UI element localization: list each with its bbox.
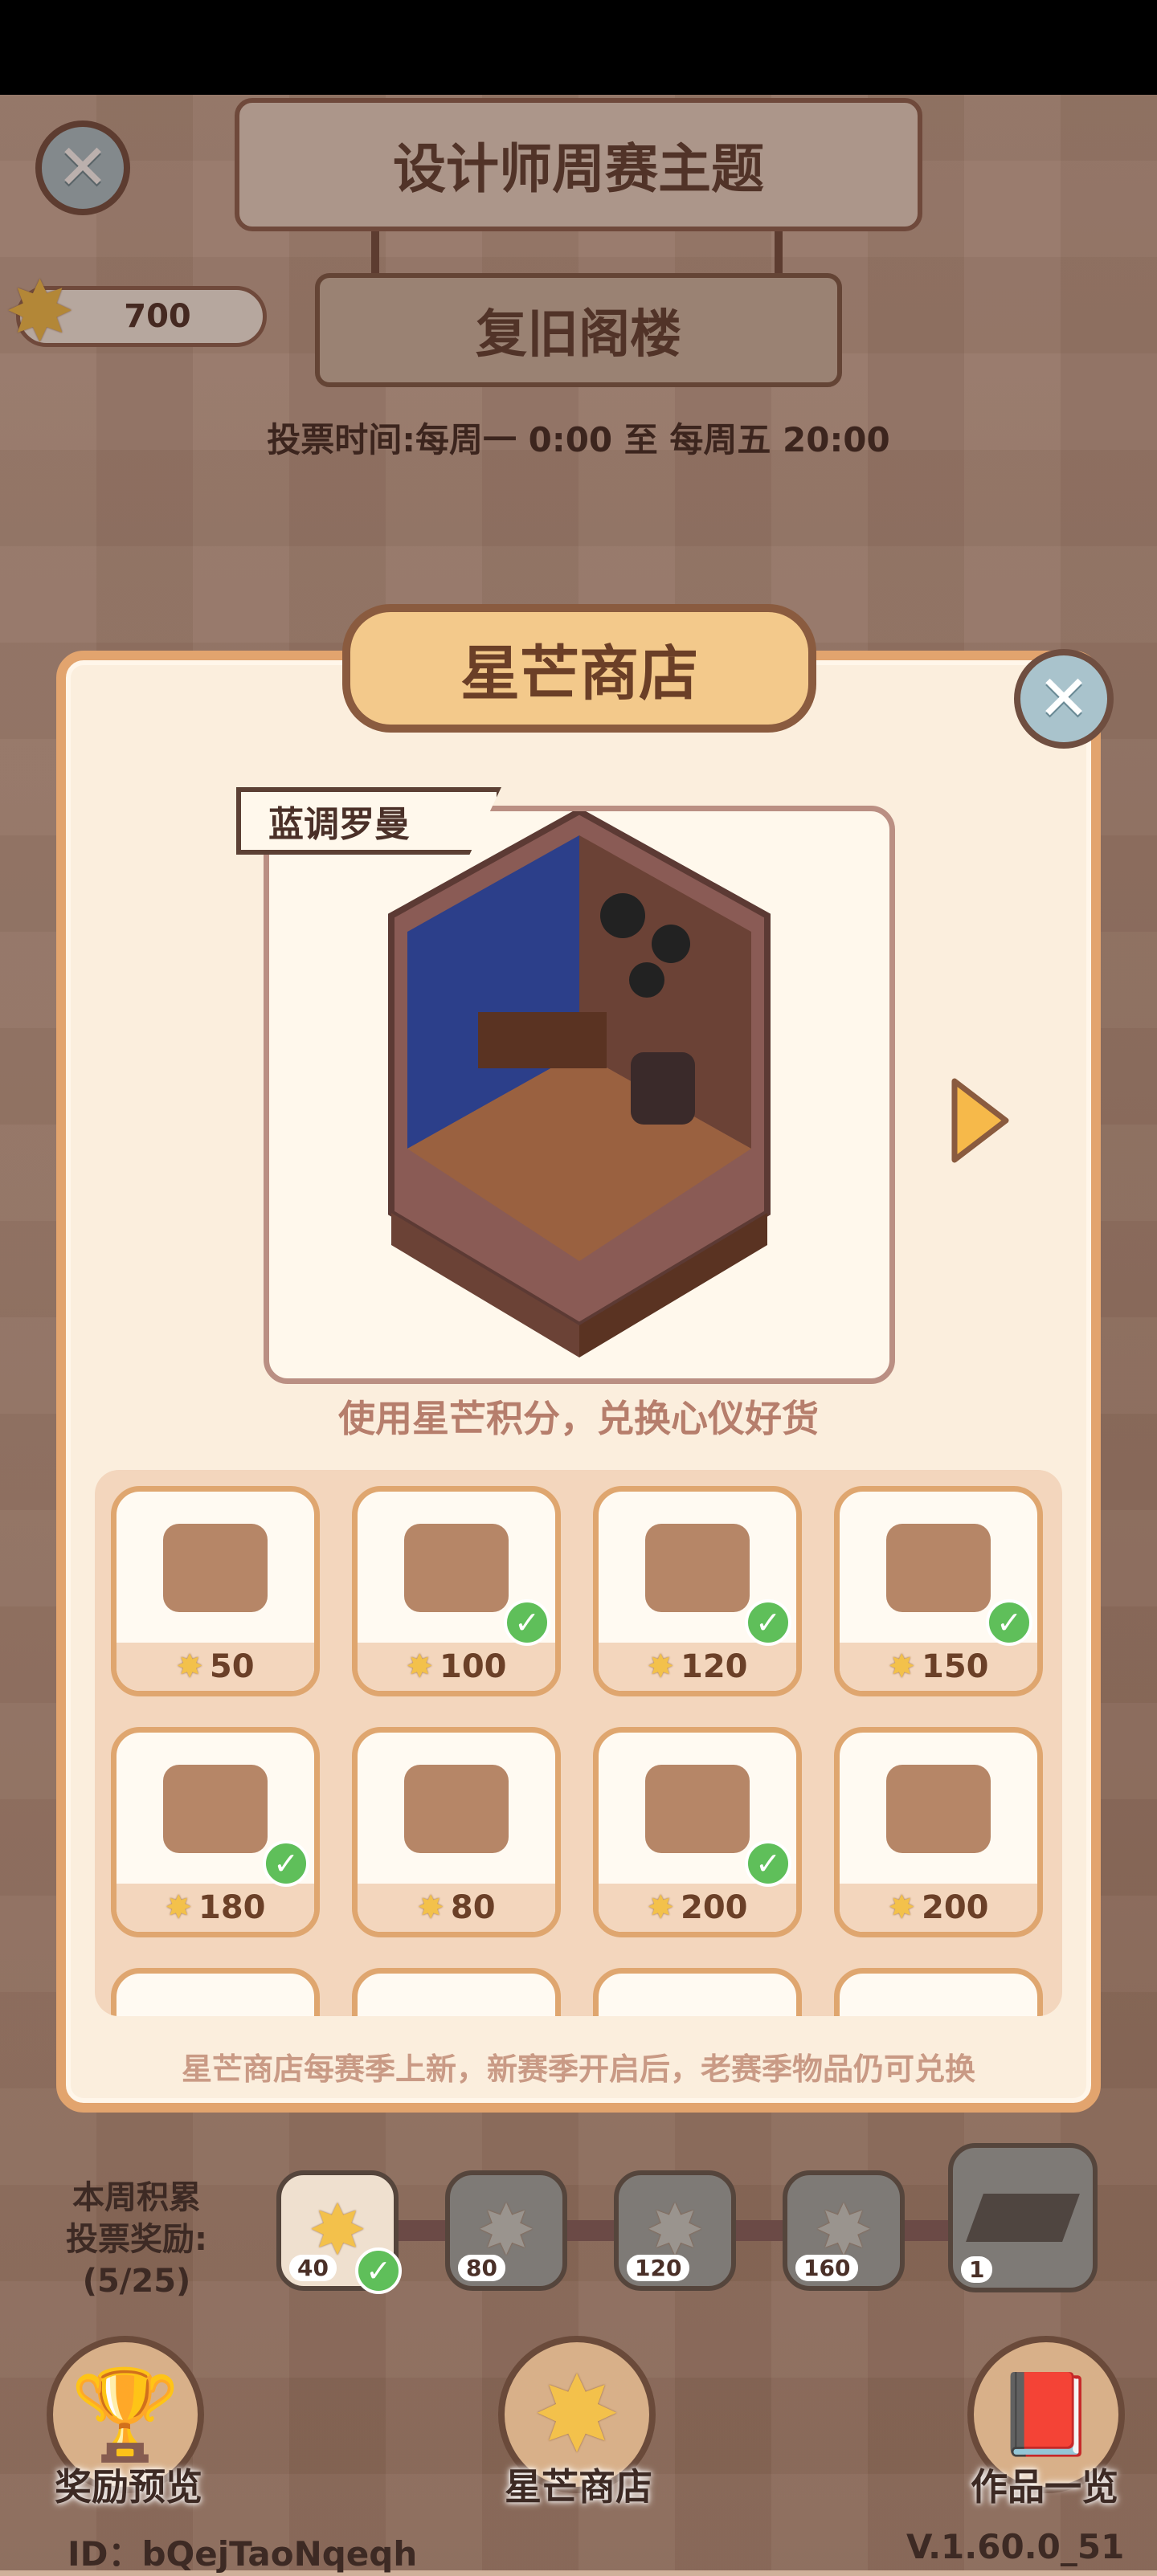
shop-close-button[interactable]: ✕ (1014, 649, 1114, 749)
chevron-right-icon (951, 1078, 1009, 1163)
shop-item-card-partial[interactable] (834, 1968, 1043, 2016)
item-price: ✸ 200 (599, 1884, 796, 1932)
close-icon: ✕ (1037, 663, 1090, 735)
item-price-value: 200 (922, 1889, 989, 1926)
owned-check-icon: ✓ (986, 1599, 1032, 1646)
item-price: ✸ 100 (358, 1643, 555, 1691)
featured-name: 蓝调罗曼 (268, 804, 410, 845)
item-price-value: 150 (922, 1648, 989, 1685)
next-arrow-button[interactable] (948, 1076, 1012, 1168)
weekly-reward-label: 本周积累 投票奖励: (5/25) (32, 2177, 241, 2302)
shop-item-card[interactable]: ✸ 200 ✓ (593, 1727, 802, 1937)
book-icon: 📕 (996, 2367, 1097, 2461)
works-list-label: 作品一览 (971, 2465, 1118, 2509)
cocktail-tray-icon (117, 1492, 314, 1644)
item-price-value: 120 (681, 1648, 748, 1685)
reward-tier-value: 1 (961, 2256, 993, 2283)
item-price-value: 80 (450, 1889, 496, 1926)
floor-tile-icon (966, 2194, 1080, 2242)
item-price-value: 50 (209, 1648, 255, 1685)
star-icon: ✸ (176, 1648, 203, 1685)
reward-tier-value: 80 (458, 2255, 505, 2281)
reward-tier-value: 160 (795, 2255, 859, 2281)
star-shop-nav-label: 星芒商店 (505, 2465, 652, 2509)
featured-name-tag: 蓝调罗曼 (236, 787, 501, 855)
reward-tier-value: 40 (289, 2255, 337, 2281)
item-price-value: 180 (198, 1889, 266, 1926)
item-price: ✸ 80 (358, 1884, 555, 1932)
reward-tier-value: 120 (627, 2255, 690, 2281)
item-price: ✸ 50 (117, 1643, 314, 1691)
shop-item-card-partial[interactable] (111, 1968, 320, 2016)
reward-tier[interactable]: ✸ 40 ✓ (276, 2170, 402, 2294)
shop-item-card[interactable]: ✸ 80 (352, 1727, 561, 1937)
star-icon: ✸ (165, 1889, 192, 1926)
app-version: V.1.60.0_51 (906, 2527, 1125, 2566)
claimed-check-icon: ✓ (355, 2247, 402, 2294)
shop-item-card[interactable]: ✸ 100 ✓ (352, 1486, 561, 1696)
reward-tier[interactable]: ✸ 120 (614, 2170, 736, 2291)
owned-check-icon: ✓ (263, 1840, 309, 1887)
reward-tier[interactable]: ✸ 160 (783, 2170, 905, 2291)
owned-check-icon: ✓ (504, 1599, 550, 1646)
item-price-value: 200 (681, 1889, 748, 1926)
item-price: ✸ 120 (599, 1643, 796, 1691)
shop-subtitle: 使用星芒积分，兑换心仪好货 (338, 1397, 819, 1440)
wood-bench-icon (840, 1733, 1037, 1885)
featured-room-preview[interactable] (264, 806, 895, 1384)
reward-label-line2: 投票奖励: (66, 2221, 207, 2258)
shop-item-card[interactable]: ✸ 50 (111, 1486, 320, 1696)
shop-item-card[interactable]: ✸ 180 ✓ (111, 1727, 320, 1937)
status-bar (0, 0, 1157, 95)
shop-item-card-partial[interactable] (593, 1968, 802, 2016)
trophy-icon: 🏆 (70, 2362, 181, 2466)
reward-label-line1: 本周积累 (72, 2179, 201, 2216)
item-price-value: 100 (439, 1648, 507, 1685)
star-icon: ✸ (647, 1889, 674, 1926)
item-price: ✸ 200 (840, 1884, 1037, 1932)
room-illustration-icon (388, 807, 771, 1357)
shop-note: 星芒商店每赛季上新，新赛季开启后，老赛季物品仍可兑换 (181, 2051, 975, 2087)
reward-progress: (5/25) (82, 2263, 191, 2300)
shop-title: 星芒商店 (460, 639, 698, 708)
reward-tier[interactable]: 1 (948, 2143, 1098, 2292)
star-icon: ✸ (888, 1648, 915, 1685)
owned-check-icon: ✓ (745, 1840, 791, 1887)
shop-item-card[interactable]: ✸ 150 ✓ (834, 1486, 1043, 1696)
star-icon: ✸ (647, 1648, 674, 1685)
reward-tier[interactable]: ✸ 80 (445, 2170, 567, 2291)
star-icon: ✸ (406, 1648, 433, 1685)
reward-preview-label: 奖励预览 (55, 2465, 202, 2509)
shop-item-card[interactable]: ✸ 120 ✓ (593, 1486, 802, 1696)
owned-check-icon: ✓ (745, 1599, 791, 1646)
star-icon: ✸ (888, 1889, 915, 1926)
shop-item-card-partial[interactable] (352, 1968, 561, 2016)
item-price: ✸ 150 (840, 1643, 1037, 1691)
star-icon: ✸ (417, 1889, 444, 1926)
user-id: ID：bQejTaoNqeqh (67, 2534, 418, 2574)
item-price: ✸ 180 (117, 1884, 314, 1932)
shop-item-grid: ✸ 50 ✸ 100 ✓ ✸ 120 ✓ ✸ 150 ✓ ✸ 180 ✓ ✸ 80 ✸ 200 ✓ ✸ 200 (95, 1470, 1062, 2016)
shop-title-plaque: 星芒商店 (342, 604, 816, 733)
shop-item-card[interactable]: ✸ 200 (834, 1727, 1043, 1937)
wood-floor-icon (358, 1733, 555, 1885)
